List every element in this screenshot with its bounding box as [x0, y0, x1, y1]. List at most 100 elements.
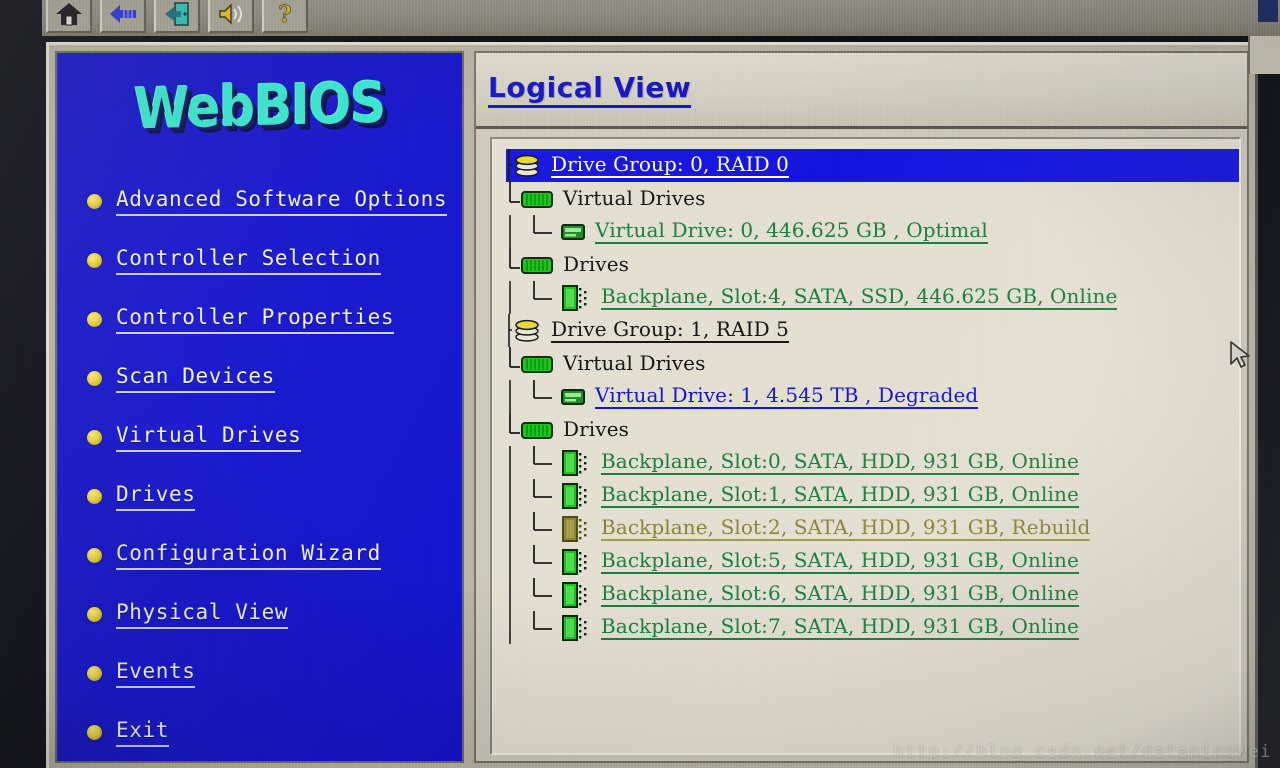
- sidebar-item-exit[interactable]: Exit: [57, 718, 462, 761]
- tree-row-label: Backplane, Slot:7, SATA, HDD, 931 GB, On…: [601, 614, 1079, 640]
- tree-row[interactable]: Backplane, Slot:5, SATA, HDD, 931 GB, On…: [506, 545, 1239, 578]
- tree-indent: [506, 413, 520, 446]
- mouse-cursor: [1230, 341, 1250, 368]
- bullet-icon: [87, 312, 102, 327]
- watermark-text: http://blog.csdn.net/dataningwei: [893, 742, 1272, 762]
- physical-drive-green-icon: [562, 284, 587, 311]
- tree-row[interactable]: Virtual Drives: [506, 182, 1239, 215]
- tree-indent: [506, 380, 560, 413]
- tree-connector: [509, 479, 552, 512]
- physical-drive-green-icon: [562, 482, 587, 509]
- tree-row[interactable]: Drive Group: 0, RAID 0: [506, 149, 1239, 182]
- sidebar-item-controller-selection[interactable]: Controller Selection: [57, 246, 462, 305]
- tree-row[interactable]: Virtual Drive: 0, 446.625 GB , Optimal: [506, 215, 1239, 248]
- sidebar-item-advanced-software-options[interactable]: Advanced Software Options: [57, 187, 462, 246]
- sidebar-item-physical-view[interactable]: Physical View: [57, 600, 462, 659]
- logo-text: WebBIOS: [133, 70, 386, 142]
- webbios-logo: WebBIOS: [57, 70, 462, 169]
- tree-row[interactable]: Backplane, Slot:7, SATA, HDD, 931 GB, On…: [506, 611, 1239, 644]
- tree-row-label: Backplane, Slot:1, SATA, HDD, 931 GB, On…: [601, 482, 1079, 508]
- sidebar-item-scan-devices[interactable]: Scan Devices: [57, 364, 462, 423]
- top-right-sliver: [1258, 0, 1278, 22]
- speaker-icon[interactable]: [208, 0, 254, 33]
- tree-connector: [509, 413, 520, 434]
- physical-drive-green-icon: [562, 449, 587, 476]
- tree-connector: [508, 149, 512, 182]
- tree-row[interactable]: Virtual Drive: 1, 4.545 TB , Degraded: [506, 380, 1239, 413]
- tree-row-label: Drives: [563, 417, 629, 441]
- bullet-icon: [87, 725, 102, 740]
- back-icon[interactable]: [100, 0, 146, 33]
- tree-connector: [508, 314, 512, 347]
- tree-row[interactable]: Backplane, Slot:4, SATA, SSD, 446.625 GB…: [506, 281, 1239, 314]
- sidebar-item-virtual-drives[interactable]: Virtual Drives: [57, 423, 462, 482]
- drive-group-icon: [515, 154, 539, 177]
- tree-indent: [506, 182, 520, 215]
- tree-row-label: Virtual Drive: 1, 4.545 TB , Degraded: [595, 383, 979, 409]
- sidebar-item-label: Virtual Drives: [116, 423, 302, 452]
- home-icon[interactable]: [46, 0, 92, 33]
- sidebar-item-drives[interactable]: Drives: [57, 482, 462, 541]
- sidebar-item-events[interactable]: Events: [57, 659, 462, 718]
- speaker-glyph: [219, 3, 242, 25]
- webbios-window: WebBIOS Advanced Software Options Contro…: [46, 42, 1258, 768]
- tree-row[interactable]: Drives: [506, 248, 1239, 281]
- virtual-drive-icon: [561, 388, 585, 405]
- sidebar-item-label: Drives: [116, 482, 196, 511]
- drive-group-icon: [515, 319, 539, 342]
- sidebar: WebBIOS Advanced Software Options Contro…: [55, 51, 464, 763]
- home-glyph: [56, 3, 82, 26]
- tree-row-label: Virtual Drive: 0, 446.625 GB , Optimal: [595, 218, 988, 244]
- tree-row-label: Backplane, Slot:4, SATA, SSD, 446.625 GB…: [601, 284, 1118, 310]
- tree-row-label: Backplane, Slot:2, SATA, HDD, 931 GB, Re…: [601, 515, 1091, 541]
- tree-row[interactable]: Backplane, Slot:6, SATA, HDD, 931 GB, On…: [506, 578, 1239, 611]
- tree-indent: [506, 314, 512, 347]
- tree-connector: [509, 281, 552, 314]
- content-panel: Logical View Drive Group: 0, RAID 0 Virtu…: [474, 51, 1249, 763]
- bullet-icon: [87, 548, 102, 563]
- tree-row-label: Drive Group: 0, RAID 0: [551, 152, 790, 178]
- tree-connector: [509, 248, 520, 269]
- tree-indent: [506, 281, 560, 314]
- sidebar-item-label: Exit: [116, 718, 169, 747]
- virtual-drive-icon: [561, 223, 585, 240]
- tree-row[interactable]: Drive Group: 1, RAID 5: [506, 314, 1239, 347]
- help-icon[interactable]: ?: [262, 0, 308, 33]
- monitor-photo: ? WebBIOS Advanced Software Options Cont…: [0, 0, 1280, 768]
- sidebar-item-controller-properties[interactable]: Controller Properties: [57, 305, 462, 364]
- folder-green-icon: [521, 355, 553, 373]
- tree-connector: [509, 380, 552, 413]
- bullet-icon: [87, 666, 102, 681]
- bullet-icon: [87, 607, 102, 622]
- tree-row[interactable]: Virtual Drives: [506, 347, 1239, 380]
- sidebar-item-label: Controller Properties: [116, 305, 395, 334]
- tree-row-label: Backplane, Slot:6, SATA, HDD, 931 GB, On…: [601, 581, 1079, 607]
- tree-indent: [506, 347, 520, 380]
- bullet-icon: [87, 194, 102, 209]
- tree-indent: [506, 578, 560, 611]
- tree-row-label: Virtual Drives: [563, 351, 706, 375]
- tree-row[interactable]: Backplane, Slot:1, SATA, HDD, 931 GB, On…: [506, 479, 1239, 512]
- sidebar-item-configuration-wizard[interactable]: Configuration Wizard: [57, 541, 462, 600]
- tree-row-label: Drives: [563, 252, 629, 276]
- back-glyph: [110, 5, 136, 23]
- sidebar-item-label: Physical View: [116, 600, 289, 629]
- tree-indent: [506, 149, 512, 182]
- tree-indent: [506, 248, 520, 281]
- tree-connector: [509, 545, 552, 578]
- exit-icon[interactable]: [154, 0, 200, 33]
- folder-green-icon: [521, 256, 553, 274]
- tree-row[interactable]: Drives: [506, 413, 1239, 446]
- physical-drive-green-icon: [562, 581, 587, 608]
- tree-row[interactable]: Backplane, Slot:0, SATA, HDD, 931 GB, On…: [506, 446, 1239, 479]
- exit-glyph: [165, 2, 189, 26]
- physical-drive-green-icon: [562, 548, 587, 575]
- tree-indent: [506, 512, 560, 545]
- tree-row[interactable]: Backplane, Slot:2, SATA, HDD, 931 GB, Re…: [506, 512, 1239, 545]
- tree-row-label: Backplane, Slot:5, SATA, HDD, 931 GB, On…: [601, 548, 1079, 574]
- toolbar: ?: [42, 0, 1280, 36]
- tree-connector: [509, 446, 552, 479]
- physical-drive-green-icon: [562, 614, 587, 641]
- sidebar-item-label: Events: [116, 659, 196, 688]
- bullet-icon: [87, 253, 102, 268]
